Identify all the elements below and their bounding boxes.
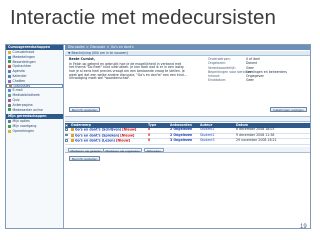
folder-icon: [8, 50, 11, 54]
compose-message-bottom-button[interactable]: Bericht opstellen: [69, 156, 101, 161]
thread-title-link[interactable]: Go's en dont's (Schrijven): [75, 128, 121, 132]
property-key: Einddatum:: [208, 78, 227, 83]
thread-date: 6 december 2008 18:03: [236, 127, 275, 132]
description-label: Beschrijving (Klik om in te vouwen): [71, 51, 128, 55]
discussion-icon: [9, 84, 12, 88]
thread-icon: [71, 139, 74, 143]
sidebar-item-label: Medewerker online: [12, 107, 43, 112]
description-text: In Feloh op gekend en gebruikt hoe je de…: [69, 61, 187, 81]
new-badge: [Nieuw]: [122, 127, 137, 132]
quiz-icon: [8, 98, 11, 102]
assignment-icon: [8, 65, 11, 69]
print-button[interactable]: Afdrukken: [144, 147, 164, 153]
slide-title: Interactie met medecursisten: [10, 6, 276, 29]
thread-title-link[interactable]: Go's en dont's (Lezen): [75, 139, 115, 143]
anchor-icon: [8, 103, 11, 107]
description-toggle[interactable]: ▼ Beschrijving (Klik om in te vouwen): [65, 51, 310, 56]
screenshot-window: Cursusgereedschappen Cursusinhoud Mededel…: [5, 44, 311, 229]
new-badge: [Nieuw]: [120, 133, 135, 138]
sidebar: Cursusgereedschappen Cursusinhoud Mededel…: [6, 45, 64, 228]
mark-read-button[interactable]: Markeren als gelezen: [68, 147, 104, 153]
discussion-grid: Onderwerp Type Antwoorden Auteur Datum G…: [65, 123, 310, 145]
row-checkbox[interactable]: [65, 128, 68, 131]
grid-footer-actions: Markeren als gelezen Markeren als ongele…: [65, 147, 310, 153]
grid-toolbar: [65, 116, 310, 122]
description-body: Beste Cursist, In Feloh op gekend en geb…: [69, 57, 187, 111]
grade-icon: [8, 60, 11, 64]
main-panel: Discussies > Discussie > Go's en dont's …: [65, 45, 310, 228]
calendar-icon: [8, 70, 11, 74]
property-value: Geen: [246, 78, 255, 83]
breadcrumb-item-discussions[interactable]: Discussies: [68, 45, 85, 50]
row-checkbox[interactable]: [65, 133, 68, 137]
thread-title-link[interactable]: Go's en dont's (Spreken): [75, 133, 119, 137]
thread-icon: [71, 133, 74, 137]
author-link[interactable]: Student3: [200, 139, 236, 143]
user-icon: [8, 108, 11, 112]
calendar-icon: [8, 74, 11, 78]
breadcrumb-item-current: Go's en dont's: [110, 45, 134, 49]
author-link[interactable]: Student1: [200, 133, 236, 138]
header-type[interactable]: Type: [148, 123, 170, 128]
thread-icon: [71, 128, 74, 132]
thread-date: 29 november 2008 16:21: [236, 138, 277, 143]
breadcrumb-item-discussion[interactable]: Discussie: [90, 45, 105, 50]
unread-count-link[interactable]: 2 Ongelezen: [170, 133, 200, 138]
unread-count-link[interactable]: 3 Ongelezen: [170, 139, 200, 143]
sidebar-item-label: Chatten: [12, 78, 26, 83]
compose-message-button[interactable]: Bericht opstellen: [69, 107, 101, 112]
mail-icon: [8, 89, 11, 93]
chat-icon: [8, 79, 11, 83]
progress-icon: [8, 125, 11, 129]
forum-properties: Onderwerpen: 0 of deel Ongelezen: Docent Ver…: [208, 57, 308, 83]
thread-type: 0: [148, 127, 151, 132]
gear-icon: [8, 120, 11, 124]
note-icon: [8, 129, 11, 133]
thread-type: 0: [148, 132, 151, 137]
thread-type: 0: [148, 138, 151, 143]
table-row: Go's en dont's (Lezen) [Nieuw] 0 3 Ongelez…: [65, 139, 310, 145]
new-badge: [Nieuw]: [116, 138, 131, 143]
megaphone-icon: [8, 55, 11, 59]
page-number: 19: [300, 224, 307, 230]
mark-unread-button[interactable]: Markeren als ongelezen: [103, 147, 143, 153]
breadcrumb: Discussies > Discussie > Go's en dont's: [65, 45, 310, 50]
select-all-checkbox[interactable]: [65, 124, 68, 127]
property-row: Einddatum: Geen: [208, 78, 308, 82]
media-icon: [8, 94, 11, 98]
unread-count-link[interactable]: 2 Ongelezen: [170, 128, 200, 132]
row-checkbox[interactable]: [65, 139, 68, 142]
edit-settings-button[interactable]: Instellingen wijzigen: [270, 107, 307, 112]
sidebar-item-label: Opmerkingen: [12, 128, 35, 133]
sidebar-item-opmerkingen[interactable]: Opmerkingen: [6, 129, 63, 134]
author-link[interactable]: Student1: [200, 128, 236, 132]
thread-date: 9 december 2008 11:38: [236, 132, 275, 137]
